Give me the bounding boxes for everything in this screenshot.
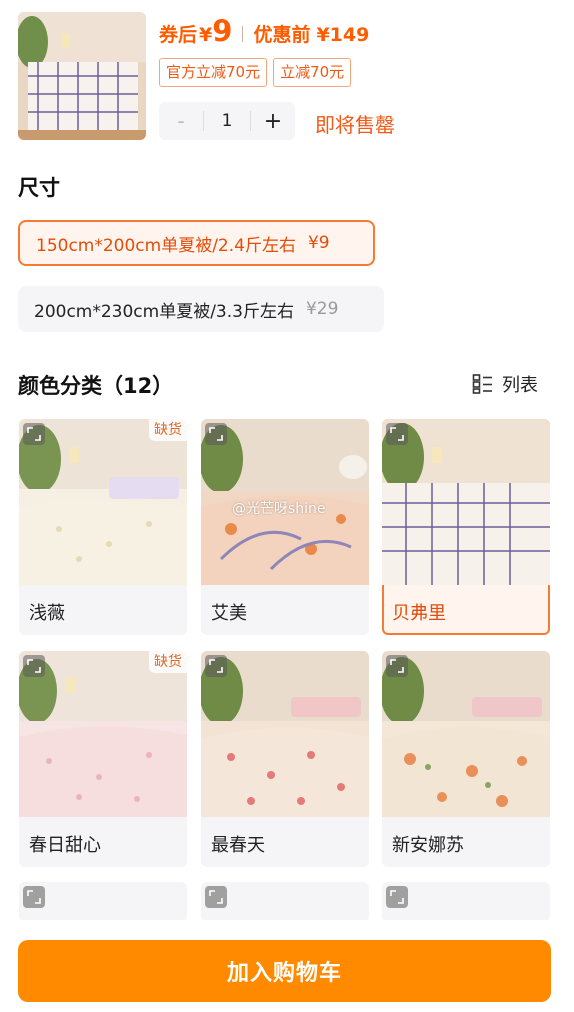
expand-icon[interactable]	[386, 655, 408, 677]
size-option-label: 150cm*200cm单夏被/2.4斤左右	[36, 235, 296, 256]
coupon-tag-official: 官方立减70元	[159, 58, 268, 87]
expand-icon[interactable]	[386, 886, 408, 908]
coupon-price: 9	[212, 14, 233, 48]
coupon-tag-discount: 立减70元	[273, 58, 352, 87]
color-option-row3-2[interactable]	[201, 882, 369, 922]
size-option-200x230[interactable]: 200cm*230cm单夏被/3.3斤左右 ¥29	[18, 286, 384, 332]
color-option-row3-3[interactable]	[382, 882, 550, 922]
color-option-name: 浅薇	[29, 603, 65, 624]
product-thumbnail[interactable]	[18, 12, 146, 140]
original-price-label: 优惠前	[253, 24, 311, 46]
size-section-title: 尺寸	[18, 176, 60, 200]
out-of-stock-badge: 缺货	[149, 651, 187, 673]
color-option-qianwei[interactable]: 缺货 浅薇	[19, 419, 187, 635]
list-view-icon	[472, 373, 494, 395]
expand-icon[interactable]	[205, 886, 227, 908]
quantity-value[interactable]: 1	[203, 111, 251, 131]
color-option-xinannasu[interactable]: 新安娜苏	[382, 651, 550, 867]
color-option-zuichuntian[interactable]: 最春天	[201, 651, 369, 867]
expand-icon[interactable]	[386, 423, 408, 445]
list-view-label: 列表	[502, 375, 538, 396]
color-option-beifuli[interactable]: 贝弗里	[382, 419, 550, 635]
add-to-cart-button[interactable]: 加入购物车	[18, 940, 551, 1002]
expand-icon[interactable]	[23, 886, 45, 908]
color-option-aimei[interactable]: 艾美	[201, 419, 369, 635]
color-option-row3-1[interactable]	[19, 882, 187, 922]
expand-icon[interactable]	[23, 655, 45, 677]
watermark: @光芒呀shine	[232, 501, 326, 517]
color-option-name: 艾美	[211, 603, 247, 624]
list-view-toggle[interactable]: 列表	[472, 371, 538, 397]
expand-icon[interactable]	[205, 423, 227, 445]
price-divider	[242, 26, 244, 42]
color-option-name: 新安娜苏	[392, 835, 464, 856]
bottom-action-bar: 加入购物车	[0, 920, 574, 1012]
quantity-stepper: - 1 +	[159, 102, 295, 140]
expand-icon[interactable]	[205, 655, 227, 677]
coupon-tags: 官方立减70元 立减70元	[159, 58, 352, 87]
color-section-title: 颜色分类（12）	[18, 374, 174, 398]
decrease-button[interactable]: -	[159, 109, 203, 133]
stock-hint: 即将售罄	[315, 113, 395, 137]
currency-symbol: ¥	[199, 24, 213, 46]
size-option-price: ¥9	[307, 233, 330, 253]
size-option-150x200[interactable]: 150cm*200cm单夏被/2.4斤左右 ¥9	[18, 220, 375, 266]
out-of-stock-badge: 缺货	[149, 419, 187, 441]
color-option-chunritianxin[interactable]: 缺货 春日甜心	[19, 651, 187, 867]
size-option-label: 200cm*230cm单夏被/3.3斤左右	[34, 301, 294, 322]
color-option-name: 春日甜心	[29, 835, 101, 856]
color-option-name: 最春天	[211, 835, 265, 856]
color-option-name: 贝弗里	[392, 603, 446, 624]
size-option-price: ¥29	[305, 299, 339, 319]
price-row: 券后 ¥ 9 优惠前 ¥149	[159, 14, 369, 54]
coupon-price-label: 券后	[159, 24, 198, 46]
increase-button[interactable]: +	[251, 109, 295, 134]
expand-icon[interactable]	[23, 423, 45, 445]
original-price: ¥149	[316, 24, 370, 46]
product-thumbnail-image	[18, 12, 146, 140]
